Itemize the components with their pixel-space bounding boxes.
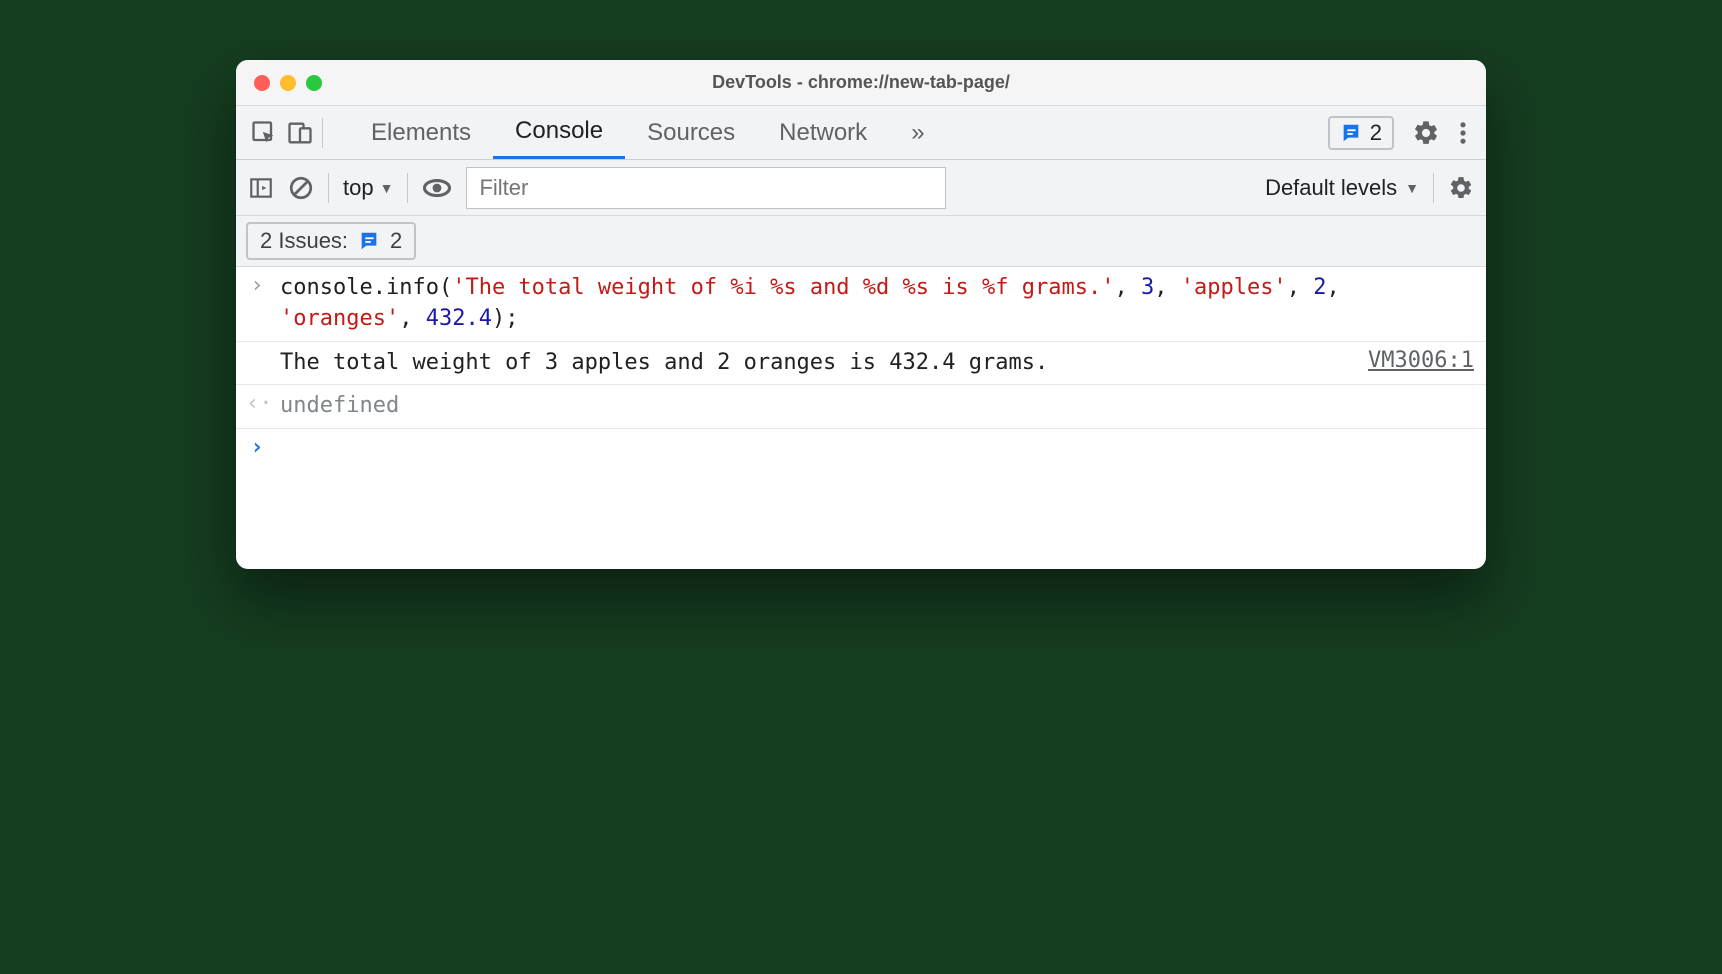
console-toolbar: top ▼ Default levels ▼ xyxy=(236,160,1486,216)
close-window-button[interactable] xyxy=(254,75,270,91)
window-title: DevTools - chrome://new-tab-page/ xyxy=(236,72,1486,93)
levels-label: Default levels xyxy=(1265,175,1397,201)
tabs-overflow-button[interactable]: » xyxy=(889,106,946,159)
console-input-row: › console.info('The total weight of %i %… xyxy=(236,267,1486,342)
clear-console-icon[interactable] xyxy=(288,175,314,201)
dropdown-triangle-icon: ▼ xyxy=(380,180,394,196)
live-expression-icon[interactable] xyxy=(422,173,452,203)
tab-sources[interactable]: Sources xyxy=(625,106,757,159)
log-levels-selector[interactable]: Default levels ▼ xyxy=(1265,175,1419,201)
console-log-text: The total weight of 3 apples and 2 orang… xyxy=(280,348,1340,379)
issues-label: 2 Issues: xyxy=(260,228,348,254)
console-return-value: undefined xyxy=(280,391,1474,422)
issues-icon xyxy=(358,230,380,252)
traffic-lights xyxy=(236,75,322,91)
divider xyxy=(328,173,329,203)
titlebar: DevTools - chrome://new-tab-page/ xyxy=(236,60,1486,106)
devtools-window: DevTools - chrome://new-tab-page/ Elemen… xyxy=(236,60,1486,569)
console-log-row: The total weight of 3 apples and 2 orang… xyxy=(236,342,1486,386)
divider xyxy=(407,173,408,203)
more-options-icon[interactable] xyxy=(1458,119,1468,147)
inspect-element-icon[interactable] xyxy=(250,119,278,147)
filter-input[interactable] xyxy=(466,167,946,209)
divider xyxy=(322,118,323,148)
main-tabbar: Elements Console Sources Network » 2 xyxy=(236,106,1486,160)
issues-bar: 2 Issues: 2 xyxy=(236,216,1486,267)
minimize-window-button[interactable] xyxy=(280,75,296,91)
toggle-console-sidebar-icon[interactable] xyxy=(248,175,274,201)
console-prompt-row[interactable]: › xyxy=(236,429,1486,569)
divider xyxy=(1433,173,1434,203)
issues-button[interactable]: 2 Issues: 2 xyxy=(246,222,416,260)
zoom-window-button[interactable] xyxy=(306,75,322,91)
input-marker-icon: › xyxy=(246,273,268,298)
issues-counter[interactable]: 2 xyxy=(1328,116,1394,150)
tab-console[interactable]: Console xyxy=(493,106,625,159)
settings-icon[interactable] xyxy=(1412,119,1440,147)
console-input-code[interactable]: console.info('The total weight of %i %s … xyxy=(280,273,1474,335)
issues-icon xyxy=(1340,122,1362,144)
tab-elements[interactable]: Elements xyxy=(349,106,493,159)
console-output: › console.info('The total weight of %i %… xyxy=(236,267,1486,569)
issues-count: 2 xyxy=(390,228,402,254)
console-settings-icon[interactable] xyxy=(1448,175,1474,201)
return-marker-icon: ‹· xyxy=(246,391,268,416)
execution-context-selector[interactable]: top ▼ xyxy=(343,175,393,201)
tab-network[interactable]: Network xyxy=(757,106,889,159)
panel-tabs: Elements Console Sources Network » xyxy=(349,106,947,159)
dropdown-triangle-icon: ▼ xyxy=(1405,180,1419,196)
issues-count: 2 xyxy=(1370,120,1382,146)
device-toolbar-icon[interactable] xyxy=(286,119,314,147)
source-link[interactable]: VM3006:1 xyxy=(1352,348,1474,373)
console-return-row: ‹· undefined xyxy=(236,385,1486,429)
prompt-marker-icon: › xyxy=(246,435,268,460)
context-label: top xyxy=(343,175,374,201)
